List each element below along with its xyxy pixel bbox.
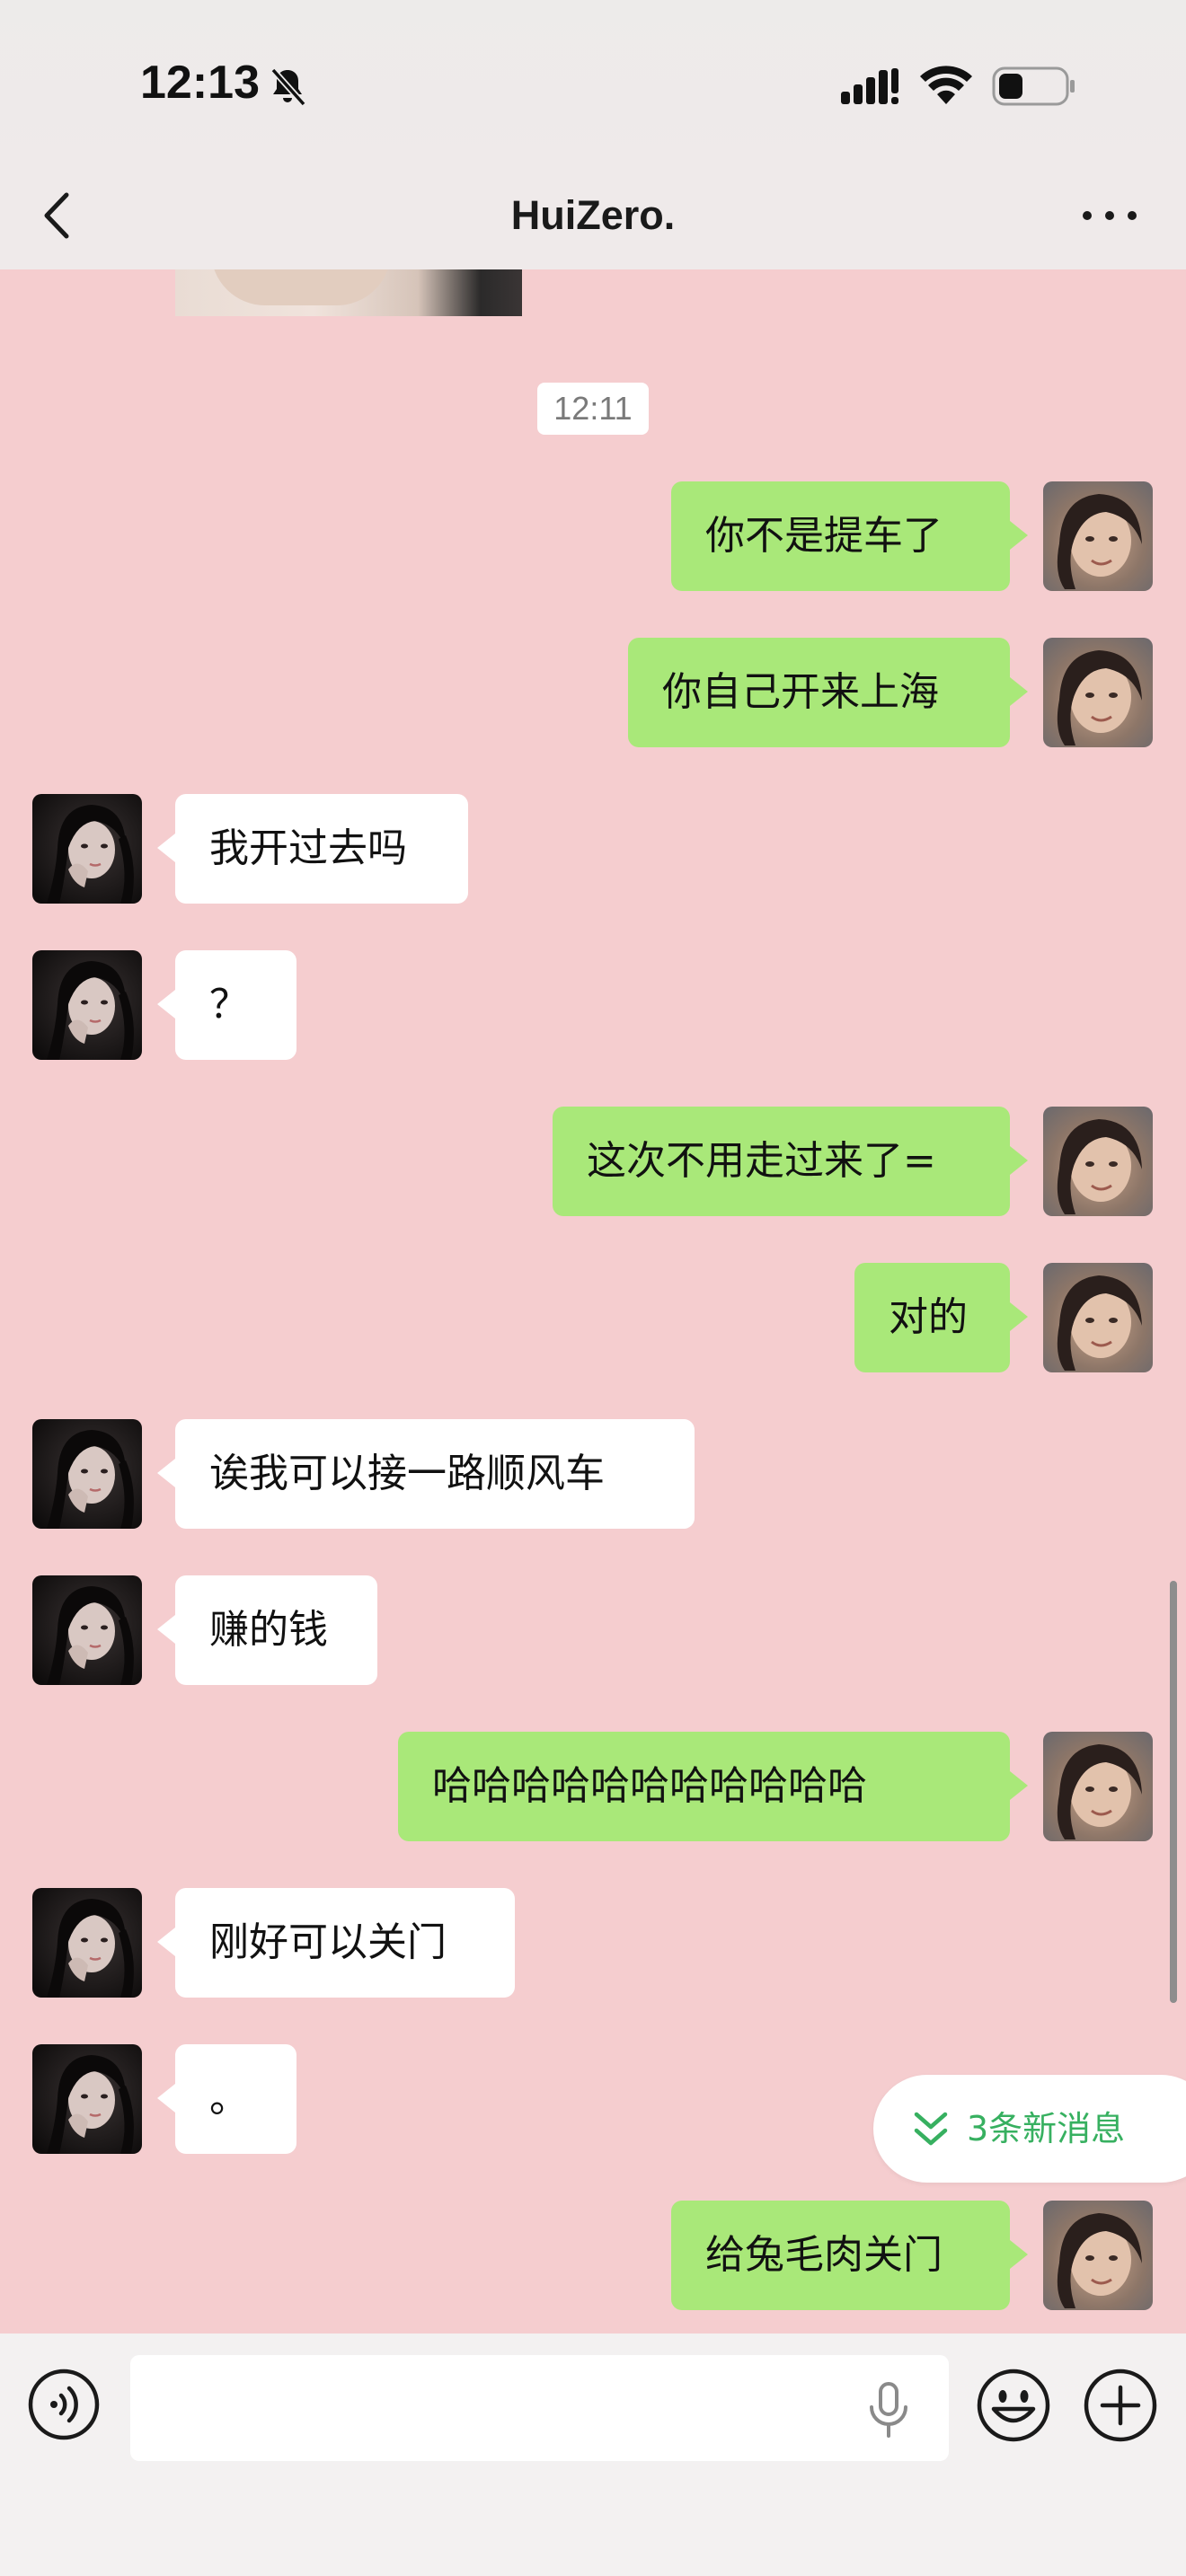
previous-image-message[interactable] — [175, 269, 522, 316]
contact-avatar[interactable] — [32, 2044, 142, 2154]
my-avatar[interactable] — [1043, 2201, 1153, 2310]
contact-avatar[interactable] — [32, 794, 142, 904]
message-bubble-incoming[interactable]: 刚好可以关门 — [157, 1888, 515, 1998]
chat-area[interactable]: 12:11 你不是提车了 你自己开来上海 我开过去吗 ？ 这次不用走过来了= 对… — [0, 269, 1186, 2333]
chat-title: HuiZero. — [510, 192, 676, 238]
bell-off-icon — [270, 67, 306, 107]
message-bubble-outgoing[interactable]: 你自己开来上海 — [628, 638, 1028, 747]
microphone-icon[interactable] — [864, 2380, 913, 2439]
cellular-signal-icon — [841, 68, 898, 104]
message-bubble-incoming[interactable]: 赚的钱 — [157, 1575, 377, 1685]
message-bubble-incoming[interactable]: ？ — [157, 950, 296, 1060]
my-avatar[interactable] — [1043, 1732, 1153, 1841]
my-avatar[interactable] — [1043, 1107, 1153, 1216]
message-bubble-outgoing[interactable]: 对的 — [854, 1263, 1028, 1372]
message-bubble-outgoing[interactable]: 这次不用走过来了= — [553, 1107, 1028, 1216]
message-bubble-outgoing[interactable]: 你不是提车了 — [671, 481, 1028, 591]
message-bubble-outgoing[interactable]: 给兔毛肉关门 — [671, 2201, 1028, 2310]
contact-avatar[interactable] — [32, 1575, 142, 1685]
message-bubble-incoming[interactable]: 诶我可以接一路顺风车 — [157, 1419, 695, 1529]
my-avatar[interactable] — [1043, 638, 1153, 747]
more-options-button[interactable] — [1078, 193, 1141, 238]
wifi-icon — [920, 66, 972, 104]
my-avatar[interactable] — [1043, 481, 1153, 591]
new-messages-button[interactable]: 3条新消息 — [873, 2075, 1186, 2183]
add-button[interactable] — [1083, 2368, 1158, 2443]
double-chevron-down-icon — [914, 2112, 948, 2146]
voice-input-button[interactable] — [27, 2368, 101, 2441]
contact-avatar[interactable] — [32, 1888, 142, 1998]
my-avatar[interactable] — [1043, 1263, 1153, 1372]
input-bar — [0, 2333, 1186, 2576]
status-bar: 12:13 — [0, 0, 1186, 166]
status-time: 12:13 — [140, 57, 260, 109]
contact-avatar[interactable] — [32, 1419, 142, 1529]
new-messages-label: 3条新消息 — [967, 2109, 1126, 2148]
nav-bar: HuiZero. — [0, 166, 1186, 269]
message-bubble-incoming[interactable]: 。 — [157, 2044, 296, 2154]
scroll-indicator[interactable] — [1170, 1581, 1177, 2003]
message-bubble-outgoing[interactable]: 哈哈哈哈哈哈哈哈哈哈哈 — [398, 1732, 1028, 1841]
message-input[interactable] — [130, 2355, 949, 2461]
contact-avatar[interactable] — [32, 950, 142, 1060]
message-bubble-incoming[interactable]: 我开过去吗 — [157, 794, 468, 904]
battery-icon — [992, 66, 1075, 106]
emoji-button[interactable] — [976, 2368, 1051, 2443]
message-timestamp: 12:11 — [537, 383, 649, 435]
